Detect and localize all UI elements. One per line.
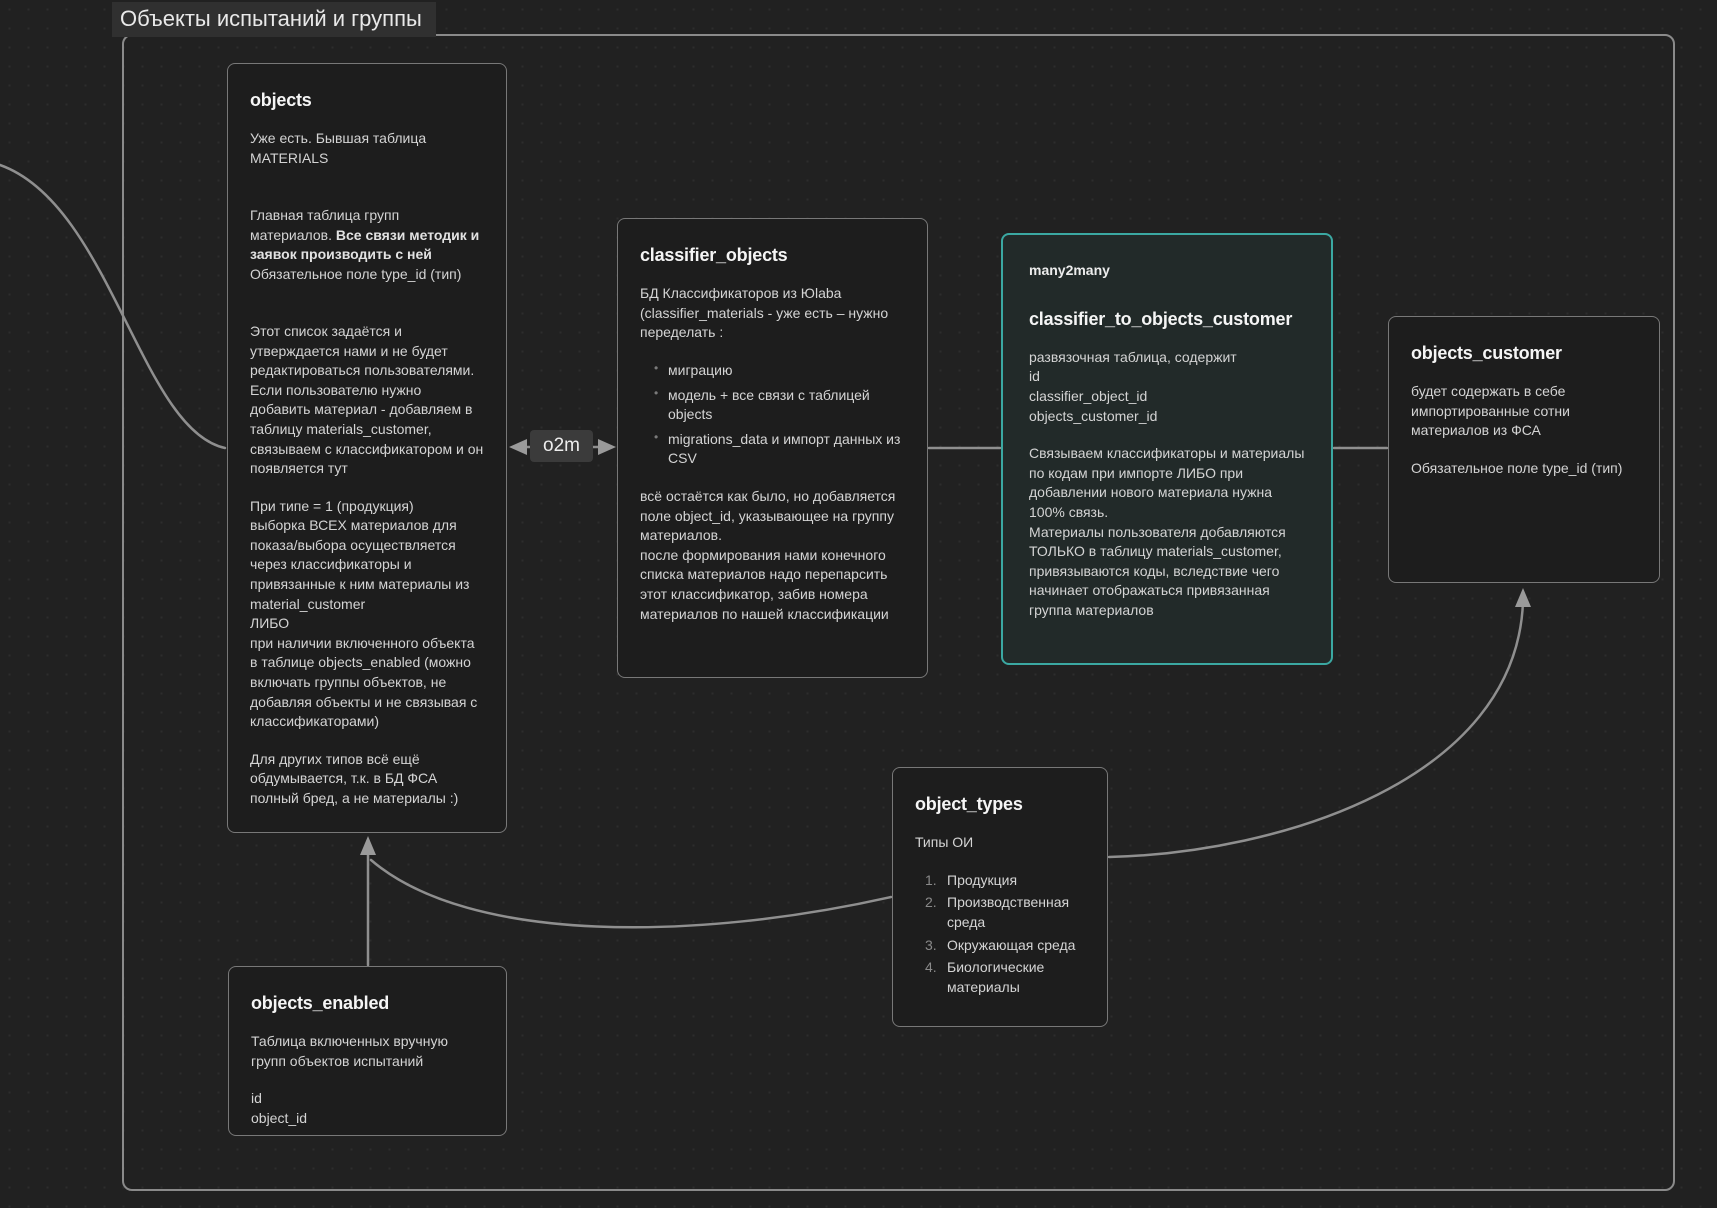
node-text: Главная таблица групп материалов. Все св… [250, 186, 484, 304]
numbered-item: Производственная среда [925, 893, 1085, 932]
node-objects-customer[interactable]: objects_customer будет содержать в себе … [1388, 316, 1660, 583]
node-fields: развязочная таблица, содержит id classif… [1029, 348, 1305, 426]
node-text: Уже есть. Бывшая таблица MATERIALS [250, 129, 484, 168]
edge-label-o2m[interactable]: o2m [530, 430, 593, 462]
node-title: objects [250, 88, 484, 113]
numbered-item: Продукция [925, 871, 1085, 891]
numbered-item: Окружающая среда [925, 936, 1085, 956]
node-text: Связываем классификаторы и материалы по … [1029, 444, 1305, 620]
relation-tag: many2many [1029, 261, 1305, 281]
numbered-list: Продукция Производственная среда Окружаю… [915, 871, 1085, 998]
page-title[interactable]: Объекты испытаний и группы [112, 2, 436, 37]
node-text: Таблица включенных вручную групп объекто… [251, 1032, 484, 1071]
numbered-item: Биологические материалы [925, 958, 1085, 997]
node-text: всё остаётся как было, но добавляется по… [640, 487, 905, 624]
node-text: БД Классификаторов из Юlaba (classifier_… [640, 284, 905, 343]
node-text: Этот список задаётся и утверждается нами… [250, 322, 484, 479]
node-text: будет содержать в себе импортированные с… [1411, 382, 1637, 441]
node-objects[interactable]: objects Уже есть. Бывшая таблица MATERIA… [227, 63, 507, 833]
node-classifier-objects[interactable]: classifier_objects БД Классификаторов из… [617, 218, 928, 678]
node-title: classifier_objects [640, 243, 905, 268]
bullet-item: migrations_data и импорт данных из CSV [654, 430, 905, 469]
node-title: objects_customer [1411, 341, 1637, 366]
node-text-segment: Обязательное поле type_id (тип) [250, 265, 484, 285]
node-text: При типе = 1 (продукция) выборка ВСЕХ ма… [250, 497, 484, 732]
bullet-item: миграцию [654, 361, 905, 381]
bullet-item: модель + все связи с таблицей objects [654, 386, 905, 425]
bullet-list: миграцию модель + все связи с таблицей o… [640, 361, 905, 469]
node-title: object_types [915, 792, 1085, 817]
node-classifier-to-objects-customer[interactable]: many2many classifier_to_objects_customer… [1001, 233, 1333, 665]
node-subtitle: Типы ОИ [915, 833, 1085, 853]
node-objects-enabled[interactable]: objects_enabled Таблица включенных вручн… [228, 966, 507, 1136]
node-object-types[interactable]: object_types Типы ОИ Продукция Производс… [892, 767, 1108, 1027]
node-title: classifier_to_objects_customer [1029, 307, 1305, 332]
node-fields: id object_id [251, 1089, 484, 1128]
node-text: Для других типов всё ещё обдумывается, т… [250, 750, 484, 809]
node-text: Обязательное поле type_id (тип) [1411, 459, 1637, 479]
node-title: objects_enabled [251, 991, 484, 1016]
